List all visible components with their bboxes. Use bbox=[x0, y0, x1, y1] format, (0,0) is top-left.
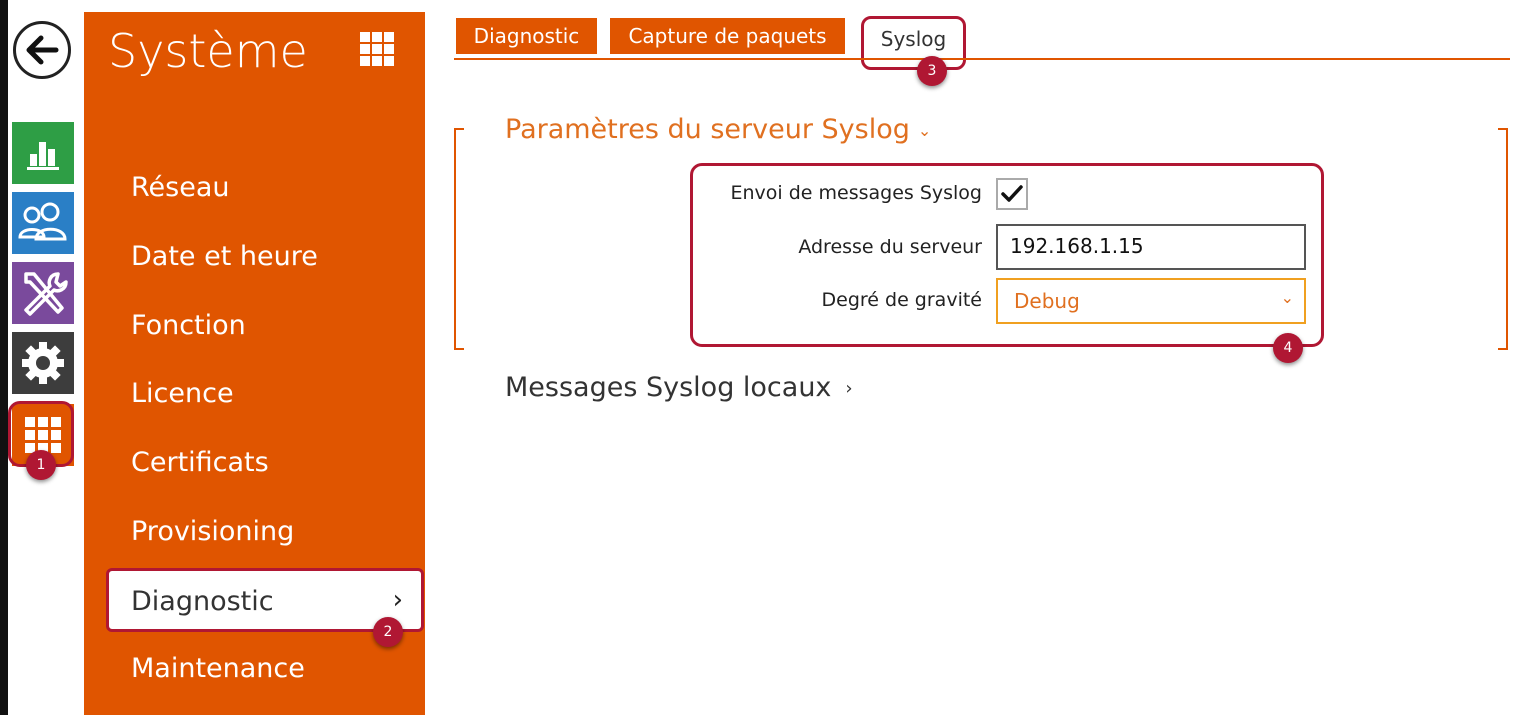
menu-item-licence[interactable]: Licence bbox=[131, 378, 234, 409]
server-address-input[interactable]: 192.168.1.15 bbox=[996, 224, 1306, 270]
menu-item-date-heure[interactable]: Date et heure bbox=[131, 241, 318, 272]
chevron-right-icon: › bbox=[392, 585, 403, 615]
chevron-down-icon: ⌄ bbox=[1280, 288, 1294, 307]
system-menu: Système Réseau Date et heure Fonction Li… bbox=[84, 12, 425, 715]
menu-item-provisioning[interactable]: Provisioning bbox=[131, 516, 294, 547]
tab-diagnostic[interactable]: Diagnostic bbox=[456, 18, 597, 54]
step-badge-2: 2 bbox=[373, 617, 403, 647]
menu-item-reseau[interactable]: Réseau bbox=[131, 172, 230, 203]
status-icon bbox=[27, 142, 59, 170]
rail-edge bbox=[0, 0, 8, 715]
section-header-syslog-server[interactable]: Paramètres du serveur Syslog ⌄ bbox=[505, 114, 931, 145]
menu-item-certificats[interactable]: Certificats bbox=[131, 447, 269, 478]
users-icon bbox=[18, 202, 67, 241]
send-syslog-label: Envoi de messages Syslog bbox=[730, 182, 982, 204]
icon-rail: 1 bbox=[0, 0, 82, 715]
tab-capture-paquets[interactable]: Capture de paquets bbox=[610, 18, 845, 54]
tab-underline bbox=[454, 58, 1510, 60]
section-bracket-right bbox=[1498, 128, 1508, 350]
chevron-down-icon: ⌄ bbox=[917, 121, 932, 140]
gear-icon bbox=[22, 342, 64, 384]
tab-syslog[interactable]: Syslog bbox=[861, 16, 966, 70]
menu-title: Système bbox=[108, 24, 308, 78]
checkmark-icon bbox=[1001, 185, 1023, 202]
send-syslog-checkbox[interactable] bbox=[996, 178, 1028, 210]
severity-select[interactable]: Debug ⌄ bbox=[996, 278, 1306, 324]
severity-label: Degré de gravité bbox=[821, 289, 982, 311]
server-address-label: Adresse du serveur bbox=[798, 236, 982, 258]
grid-icon bbox=[360, 32, 394, 66]
step-badge-1: 1 bbox=[26, 450, 56, 480]
section-header-local-messages[interactable]: Messages Syslog locaux › bbox=[505, 372, 853, 403]
section-title: Paramètres du serveur Syslog bbox=[505, 114, 910, 145]
step-badge-3: 3 bbox=[917, 56, 947, 86]
severity-value: Debug bbox=[1014, 289, 1080, 313]
chevron-right-icon: › bbox=[845, 378, 853, 399]
local-messages-title: Messages Syslog locaux bbox=[505, 372, 832, 403]
users-nav-button[interactable] bbox=[12, 192, 74, 254]
tools-nav-button[interactable] bbox=[12, 262, 74, 324]
menu-item-fonction[interactable]: Fonction bbox=[131, 310, 246, 341]
menu-item-maintenance[interactable]: Maintenance bbox=[131, 653, 305, 684]
menu-item-diagnostic-label: Diagnostic bbox=[131, 586, 274, 617]
section-bracket-left bbox=[454, 128, 464, 350]
back-button[interactable] bbox=[13, 21, 71, 79]
back-arrow-icon bbox=[26, 35, 59, 65]
menu-grid-button[interactable] bbox=[360, 32, 394, 70]
status-nav-button[interactable] bbox=[12, 122, 74, 184]
step-badge-4: 4 bbox=[1273, 333, 1303, 363]
settings-nav-button[interactable] bbox=[12, 332, 74, 394]
tools-icon bbox=[24, 272, 68, 316]
